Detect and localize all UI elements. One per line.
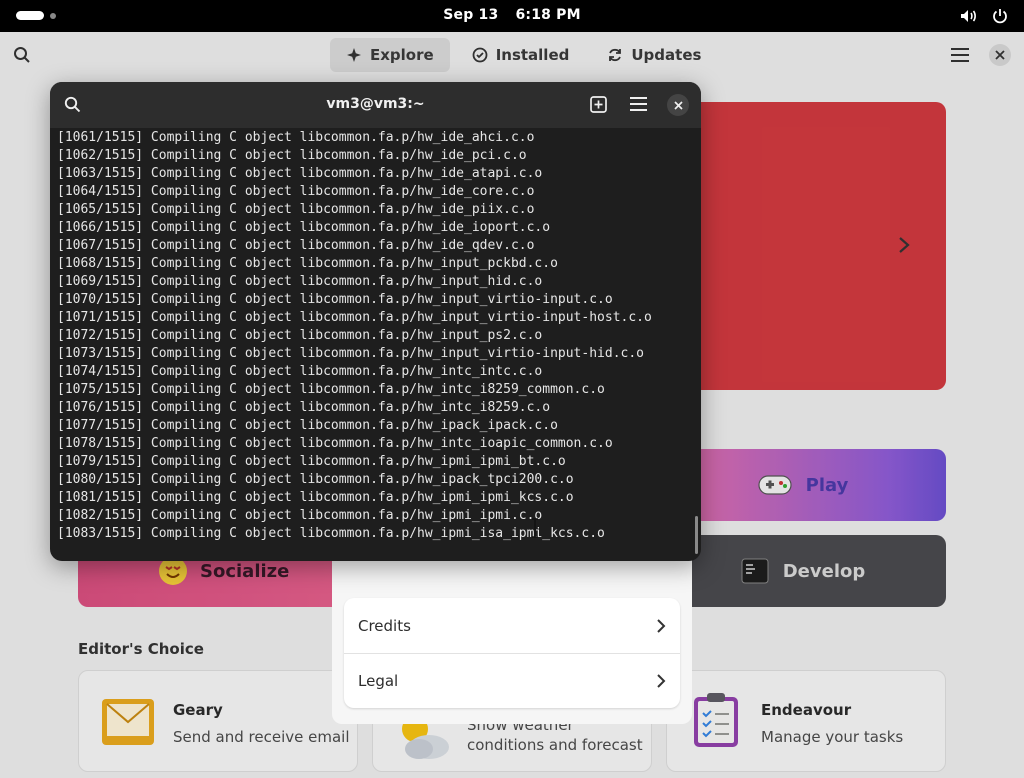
chevron-right-icon [657, 674, 666, 688]
terminal-close-button[interactable] [667, 94, 689, 116]
app-card-name: Endeavour [761, 701, 852, 719]
gamepad-icon [758, 475, 792, 495]
terminal-line: [1073/1515] Compiling C object libcommon… [57, 346, 644, 361]
terminal-scrollbar[interactable] [695, 516, 698, 554]
category-play[interactable]: Play [660, 449, 946, 521]
terminal-line: [1063/1515] Compiling C object libcommon… [57, 166, 543, 181]
tab-explore[interactable]: Explore [330, 38, 450, 72]
chevron-right-icon[interactable] [897, 236, 911, 254]
top-bar: Sep 13 6:18 PM [0, 0, 1024, 32]
clock[interactable]: Sep 13 6:18 PM [0, 7, 1024, 23]
terminal-window[interactable]: vm3@vm3:~ [1061/1515] Compiling C object… [50, 82, 701, 561]
terminal-line: [1074/1515] Compiling C object libcommon… [57, 364, 543, 379]
category-develop-label: Develop [782, 560, 866, 582]
new-tab-icon[interactable] [590, 96, 607, 113]
terminal-line: [1077/1515] Compiling C object libcommon… [57, 418, 558, 433]
terminal-line: [1062/1515] Compiling C object libcommon… [57, 148, 527, 163]
app-card-desc: Manage your tasks [761, 728, 904, 746]
app-card-geary[interactable]: Geary Send and receive email [78, 670, 358, 772]
terminal-line: [1076/1515] Compiling C object libcommon… [57, 400, 551, 415]
about-row-label: Legal [358, 672, 399, 690]
close-icon [673, 100, 683, 110]
geary-mail-icon [102, 699, 154, 745]
clock-date: Sep 13 [443, 7, 499, 23]
tab-updates[interactable]: Updates [591, 38, 717, 72]
terminal-output[interactable]: [1061/1515] Compiling C object libcommon… [57, 129, 687, 549]
volume-icon [961, 10, 976, 22]
terminal-app-icon [741, 558, 769, 584]
terminal-header: vm3@vm3:~ [50, 82, 701, 128]
app-header: Explore Installed Updates [0, 32, 1024, 78]
terminal-line: [1067/1515] Compiling C object libcommon… [57, 238, 535, 253]
hamburger-menu-icon[interactable] [630, 97, 647, 111]
terminal-line: [1071/1515] Compiling C object libcommon… [57, 310, 652, 325]
clock-time: 6:18 PM [515, 7, 581, 23]
about-row-legal[interactable]: Legal [344, 653, 680, 708]
about-row-label: Credits [358, 616, 411, 635]
category-socialize-label: Socialize [200, 560, 290, 582]
system-tray[interactable] [958, 6, 1010, 26]
terminal-line: [1064/1515] Compiling C object libcommon… [57, 184, 535, 199]
tab-updates-label: Updates [631, 46, 702, 64]
about-row-credits[interactable]: Credits [344, 598, 680, 653]
terminal-line: [1066/1515] Compiling C object libcommon… [57, 220, 551, 235]
app-card-endeavour[interactable]: Endeavour Manage your tasks [666, 670, 946, 772]
terminal-line: [1075/1515] Compiling C object libcommon… [57, 382, 605, 397]
category-play-label: Play [805, 474, 849, 496]
tab-installed-label: Installed [495, 46, 570, 64]
clipboard-task-icon [694, 693, 738, 747]
refresh-icon [609, 48, 622, 62]
check-circle-icon [472, 47, 488, 63]
app-card-name: Geary [173, 701, 223, 719]
terminal-line: [1079/1515] Compiling C object libcommon… [57, 454, 566, 469]
power-icon [993, 9, 1007, 24]
terminal-line: [1083/1515] Compiling C object libcommon… [57, 526, 605, 541]
terminal-line: [1081/1515] Compiling C object libcommon… [57, 490, 574, 505]
terminal-line: [1068/1515] Compiling C object libcommon… [57, 256, 558, 271]
view-switcher: Explore Installed Updates [330, 38, 717, 72]
app-card-desc: Send and receive email [173, 728, 350, 746]
terminal-line: [1080/1515] Compiling C object libcommon… [57, 472, 574, 487]
text-cursor-icon [532, 518, 538, 538]
close-icon [995, 50, 1005, 60]
terminal-line: [1070/1515] Compiling C object libcommon… [57, 292, 613, 307]
chevron-right-icon [657, 618, 666, 633]
tab-installed[interactable]: Installed [456, 38, 586, 72]
terminal-line: [1072/1515] Compiling C object libcommon… [57, 328, 543, 343]
hamburger-menu-icon[interactable] [951, 48, 969, 62]
terminal-line: [1065/1515] Compiling C object libcommon… [57, 202, 535, 217]
search-icon[interactable] [13, 46, 31, 64]
terminal-line: [1069/1515] Compiling C object libcommon… [57, 274, 543, 289]
terminal-line: [1082/1515] Compiling C object libcommon… [57, 508, 543, 523]
tab-explore-label: Explore [370, 46, 434, 64]
explore-icon [347, 48, 361, 62]
editors-choice-title: Editor's Choice [78, 640, 204, 658]
category-develop[interactable]: Develop [660, 535, 946, 607]
window-close-button[interactable] [989, 44, 1011, 66]
about-links-list: Credits Legal [344, 598, 680, 708]
terminal-line: [1078/1515] Compiling C object libcommon… [57, 436, 613, 451]
terminal-line: [1061/1515] Compiling C object libcommon… [57, 130, 535, 145]
